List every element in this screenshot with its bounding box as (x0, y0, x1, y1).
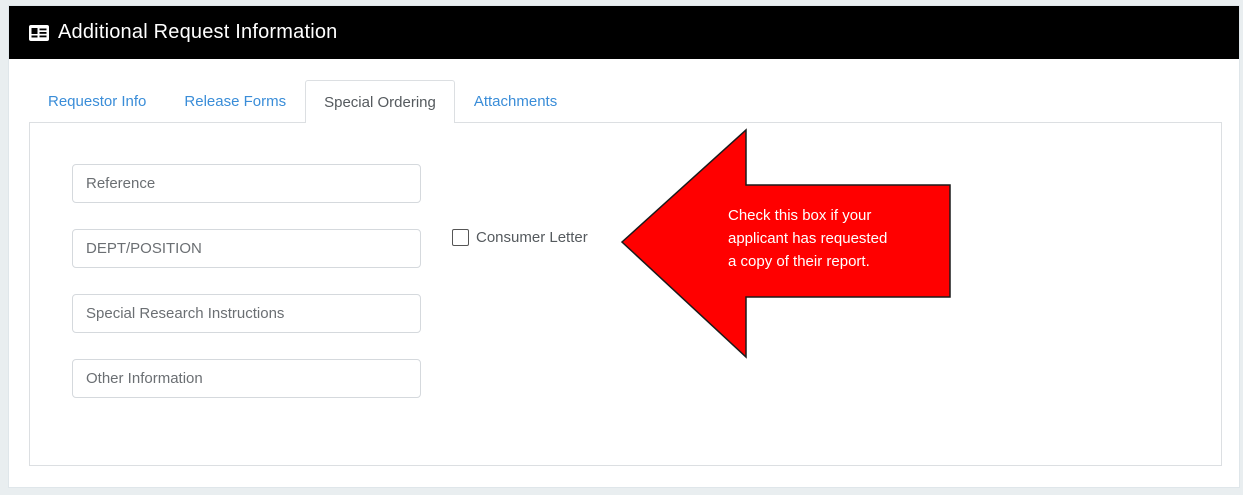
tab-requestor-info[interactable]: Requestor Info (29, 80, 165, 122)
panel-header: Additional Request Information (9, 6, 1239, 59)
additional-request-panel: Additional Request Information Requestor… (8, 5, 1240, 488)
tab-bar: Requestor Info Release Forms Special Ord… (29, 80, 576, 123)
consumer-letter-label: Consumer Letter (476, 229, 588, 246)
panel-title: Additional Request Information (58, 21, 338, 43)
callout-line: a copy of their report. (728, 253, 870, 270)
tab-release-forms[interactable]: Release Forms (165, 80, 305, 122)
id-card-icon (29, 24, 49, 41)
callout-line: applicant has requested (728, 230, 888, 247)
callout-line: Check this box if your (728, 207, 872, 224)
reference-input[interactable] (72, 164, 421, 203)
other-information-input[interactable] (72, 359, 421, 398)
consumer-letter-checkbox[interactable] (452, 229, 469, 246)
special-research-instructions-input[interactable] (72, 294, 421, 333)
consumer-letter-option[interactable]: Consumer Letter (452, 229, 588, 246)
dept-position-input[interactable] (72, 229, 421, 268)
tab-special-ordering[interactable]: Special Ordering (305, 80, 455, 123)
callout-text: Check this box if your applicant has req… (728, 204, 953, 273)
tab-attachments[interactable]: Attachments (455, 80, 576, 122)
